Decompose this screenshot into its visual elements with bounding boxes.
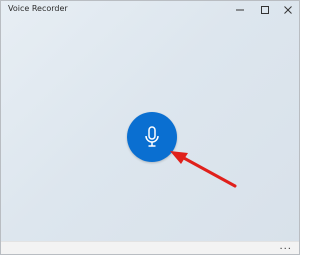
- voice-recorder-window: Voice Recorder ...: [0, 0, 300, 255]
- title-bar[interactable]: Voice Recorder: [1, 1, 299, 19]
- app-bar: ...: [1, 241, 299, 254]
- red-arrow-annotation: [170, 151, 237, 188]
- minimize-button[interactable]: [227, 1, 253, 19]
- close-button[interactable]: [275, 1, 299, 19]
- microphone-icon: [145, 126, 159, 147]
- minimize-icon: [236, 9, 244, 11]
- maximize-icon: [261, 6, 269, 14]
- window-title: Voice Recorder: [8, 4, 68, 13]
- more-options-button[interactable]: ...: [279, 241, 292, 253]
- close-icon: [284, 6, 292, 14]
